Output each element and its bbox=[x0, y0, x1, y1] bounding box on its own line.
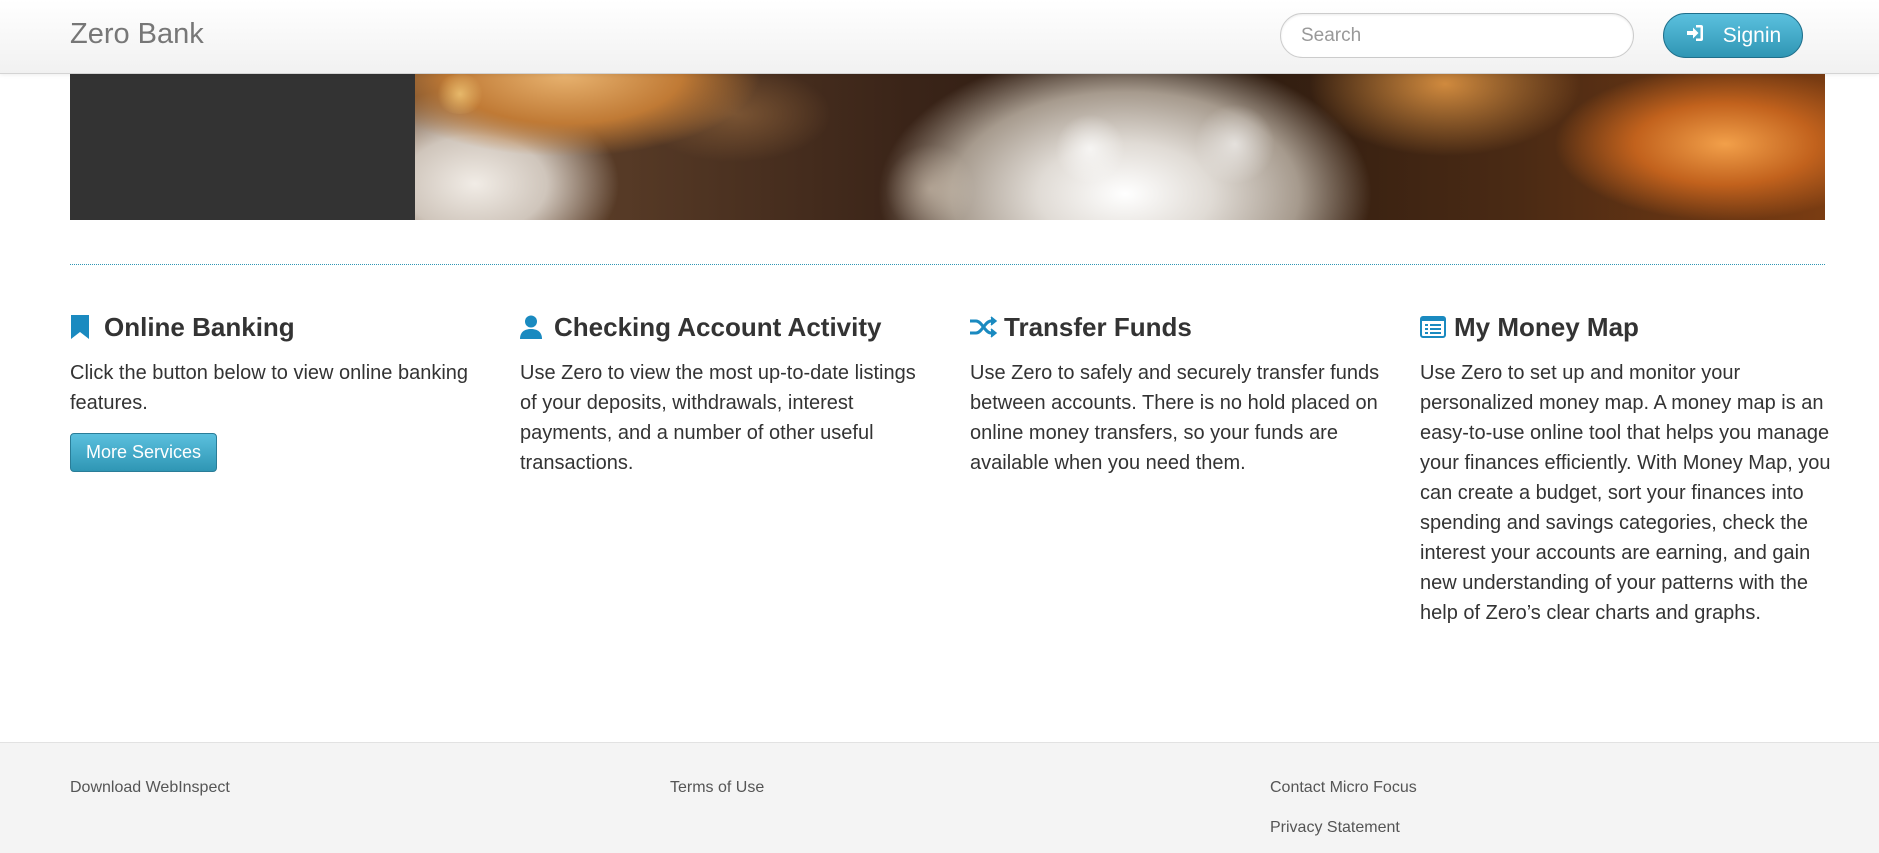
feature-text: Use Zero to safely and securely transfer… bbox=[970, 362, 1380, 474]
feature-transfer-funds: Transfer Funds Use Zero to safely and se… bbox=[970, 309, 1385, 478]
feature-title: Transfer Funds bbox=[970, 309, 1385, 345]
user-icon bbox=[520, 315, 548, 339]
feature-title: Online Banking bbox=[70, 309, 485, 345]
footer-link-terms-of-use[interactable]: Terms of Use bbox=[670, 779, 764, 797]
hero-dark-panel bbox=[70, 74, 415, 220]
feature-online-banking: Online Banking Click the button below to… bbox=[70, 309, 485, 418]
footer: Download WebInspect Terms of Use Contact… bbox=[0, 742, 1879, 853]
feature-text: Use Zero to set up and monitor your pers… bbox=[1420, 362, 1831, 624]
search-input[interactable] bbox=[1280, 13, 1634, 58]
shuffle-icon bbox=[970, 316, 998, 338]
hero-banner bbox=[70, 74, 1825, 220]
footer-link-download-webinspect[interactable]: Download WebInspect bbox=[70, 779, 230, 797]
feature-my-money-map: My Money Map Use Zero to set up and moni… bbox=[1420, 309, 1835, 628]
section-divider bbox=[70, 264, 1825, 265]
feature-text: Click the button below to view online ba… bbox=[70, 362, 469, 414]
signin-label: Signin bbox=[1722, 23, 1782, 47]
navbar: Zero Bank Signin bbox=[0, 0, 1879, 74]
feature-title: Checking Account Activity bbox=[520, 309, 935, 345]
footer-link-privacy-statement[interactable]: Privacy Statement bbox=[1270, 819, 1400, 837]
signin-icon bbox=[1685, 23, 1705, 49]
feature-checking-account-activity: Checking Account Activity Use Zero to vi… bbox=[520, 309, 935, 478]
bookmark-icon bbox=[70, 315, 98, 339]
hero-coins-image bbox=[415, 74, 1825, 220]
feature-text: Use Zero to view the most up-to-date lis… bbox=[520, 362, 916, 474]
feature-title: My Money Map bbox=[1420, 309, 1835, 345]
footer-link-contact[interactable]: Contact Micro Focus bbox=[1270, 779, 1417, 797]
list-alt-icon bbox=[1420, 316, 1448, 338]
signin-button[interactable]: Signin bbox=[1663, 13, 1803, 58]
more-services-button[interactable]: More Services bbox=[70, 433, 217, 472]
brand-logo[interactable]: Zero Bank bbox=[70, 18, 204, 51]
